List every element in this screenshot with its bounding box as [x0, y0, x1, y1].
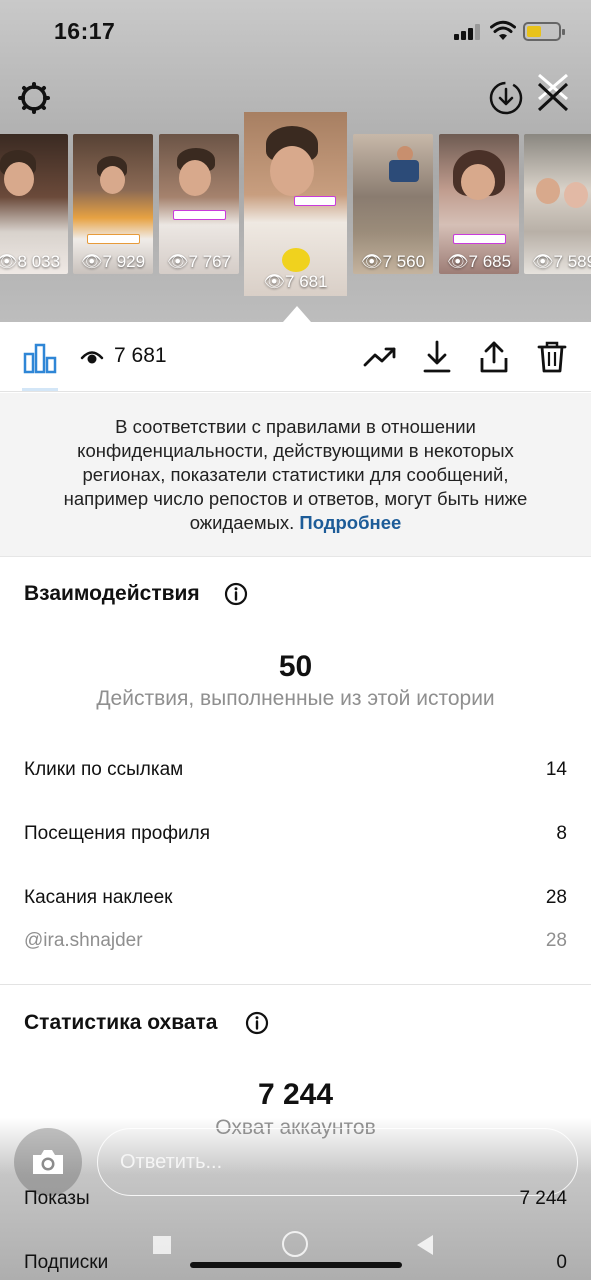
story-thumbnail[interactable]: 👁7 560	[353, 134, 433, 274]
story-thumbnail[interactable]: 👁8 033	[0, 134, 68, 274]
interactions-total: 50	[278, 650, 313, 683]
reach-total: 7 244	[257, 1078, 334, 1111]
link-clicks-label: Клики по ссылкам	[24, 759, 184, 780]
story-image	[244, 112, 347, 296]
link-clicks-value: 14	[545, 759, 567, 780]
story-thumbnail[interactable]: 👁7 767	[159, 134, 239, 274]
home-indicator[interactable]	[190, 1262, 402, 1268]
reply-placeholder: Ответить...	[120, 1150, 223, 1173]
follows-value: 0	[556, 1252, 567, 1273]
camera-button[interactable]	[14, 1128, 82, 1196]
reach-title: Статистика охвата	[24, 1011, 218, 1034]
bar-chart-icon[interactable]	[22, 342, 58, 374]
info-icon[interactable]	[224, 582, 248, 606]
stories-carousel[interactable]: 👁8 033 👁7 929 👁7 767 👁7 681 👁7 560 👁7 68…	[0, 110, 591, 300]
recent-apps-icon[interactable]	[153, 1236, 171, 1254]
story-preview-area: 16:17 👁8 033 👁7 929 👁7 767 👁7 681 👁7 560…	[0, 0, 591, 322]
follows-label: Подписки	[24, 1252, 109, 1273]
privacy-notice: В соответствии с правилами в отношении к…	[0, 393, 591, 557]
active-story-pointer	[283, 306, 311, 322]
cellular-signal-icon	[454, 24, 482, 40]
interactions-total-label: Действия, выполненные из этой истории	[96, 687, 495, 710]
wifi-icon	[490, 20, 516, 40]
impressions-value: 7 244	[519, 1188, 567, 1209]
learn-more-link[interactable]: Подробнее	[299, 512, 401, 533]
story-thumbnail[interactable]: 👁7 929	[73, 134, 153, 274]
story-thumbnail[interactable]: 👁7 589	[524, 134, 591, 274]
reply-input[interactable]: Ответить...	[97, 1128, 578, 1196]
story-view-count: 👁7 685	[446, 252, 512, 271]
story-view-count: 👁7 560	[360, 252, 426, 271]
insights-toolbar: 7 681	[0, 322, 591, 392]
status-bar: 16:17	[0, 0, 591, 64]
back-icon[interactable]	[417, 1235, 433, 1255]
story-thumbnail[interactable]: 👁7 685	[439, 134, 519, 274]
trending-icon[interactable]	[361, 338, 399, 376]
download-icon[interactable]	[418, 338, 456, 376]
impressions-label: Показы	[24, 1188, 90, 1209]
privacy-notice-text: В соответствии с правилами в отношении к…	[63, 416, 528, 533]
sticker-taps-value: 28	[545, 887, 567, 908]
active-tab-indicator	[22, 388, 58, 391]
story-view-count: 👁7 767	[166, 252, 232, 271]
battery-icon	[523, 22, 565, 41]
story-view-count: 👁8 033	[0, 252, 61, 271]
info-icon[interactable]	[245, 1011, 269, 1035]
section-divider	[0, 984, 591, 985]
story-view-count: 👁7 589	[531, 252, 591, 271]
eye-icon	[80, 351, 104, 364]
mention-sticker-value: 28	[545, 930, 567, 951]
story-view-count: 👁7 929	[80, 252, 146, 271]
mention-sticker-label: @ira.shnajder	[24, 930, 143, 951]
story-thumbnail-active[interactable]: 👁7 681	[244, 112, 347, 296]
story-view-count: 👁7 681	[263, 272, 328, 291]
trash-icon[interactable]	[533, 338, 571, 376]
home-icon[interactable]	[282, 1231, 308, 1257]
sticker-taps-label: Касания наклеек	[24, 887, 173, 908]
camera-icon	[33, 1150, 63, 1174]
interactions-title: Взаимодействия	[24, 582, 200, 605]
profile-visits-label: Посещения профиля	[24, 823, 210, 844]
profile-visits-value: 8	[556, 823, 567, 844]
status-time: 16:17	[54, 18, 116, 44]
close-icon[interactable]	[532, 70, 572, 114]
share-icon[interactable]	[475, 338, 513, 376]
story-views-count: 7 681	[114, 344, 167, 367]
